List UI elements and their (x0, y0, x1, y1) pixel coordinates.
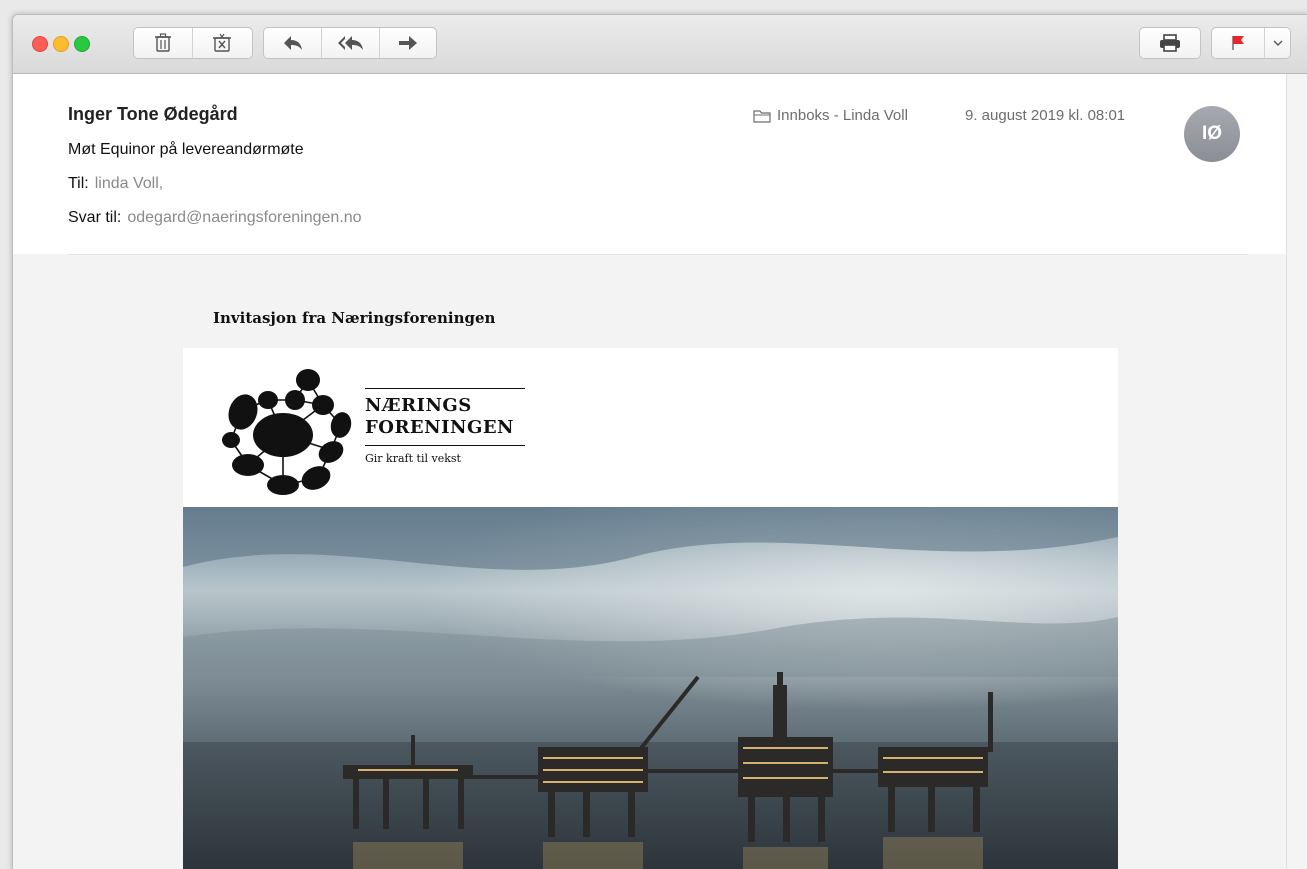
reply-button[interactable] (264, 28, 322, 58)
toolbar (13, 15, 1307, 74)
flag-menu-button[interactable] (1265, 28, 1290, 58)
sender-name[interactable]: Inger Tone Ødegård (68, 104, 238, 125)
reply-icon (283, 36, 302, 50)
to-label: Til: (68, 175, 89, 192)
forward-icon (399, 36, 417, 50)
naeringsforeningen-logo (213, 360, 358, 500)
chevron-down-icon (1273, 40, 1282, 46)
logo-tagline-wrap: Gir kraft til vekst (365, 448, 461, 465)
print-group (1139, 27, 1201, 59)
folder-icon (753, 109, 771, 123)
logo-line-2: FORENINGEN (365, 417, 515, 438)
flag-group (1211, 27, 1291, 59)
delete-group (133, 27, 253, 59)
logo-rule-bottom (365, 445, 525, 446)
message-body: Invitasjon fra Næringsforeningen NÆRINGS… (13, 254, 1286, 869)
minimize-window-button[interactable] (53, 36, 69, 52)
mail-window: Inger Tone Ødegård Møt Equinor på levere… (12, 14, 1307, 869)
close-window-button[interactable] (32, 36, 48, 52)
reply-group (263, 27, 437, 59)
reply-to-label: Svar til: (68, 209, 122, 226)
delete-button[interactable] (134, 28, 193, 58)
junk-icon (213, 33, 231, 52)
message-subject: Møt Equinor på levereandørmøte (68, 141, 304, 158)
logo-tagline: Gir kraft til vekst (365, 452, 461, 465)
logo-wordmark: NÆRINGS FORENINGEN (365, 395, 514, 439)
message-date: 9. august 2019 kl. 08:01 (965, 107, 1126, 124)
reply-to-address[interactable]: odegard@naeringsforeningen.no (127, 209, 361, 226)
print-icon (1160, 34, 1180, 52)
header-divider (68, 254, 1248, 255)
trash-icon (155, 33, 171, 52)
message-header: Inger Tone Ødegård Møt Equinor på levere… (13, 74, 1286, 254)
reply-to-row: Svar til: odegard@naeringsforeningen.no (68, 209, 362, 227)
mailbox-indicator[interactable]: Innboks - Linda Voll (753, 107, 908, 124)
reply-all-button[interactable] (322, 28, 380, 58)
to-recipient[interactable]: linda Voll, (95, 175, 164, 192)
forward-button[interactable] (380, 28, 436, 58)
zoom-window-button[interactable] (74, 36, 90, 52)
newsletter-card: NÆRINGS FORENINGEN Gir kraft til vekst (183, 348, 1118, 869)
logo-rule-top (365, 388, 525, 389)
junk-button[interactable] (193, 28, 251, 58)
flag-icon (1232, 36, 1244, 50)
flag-button[interactable] (1212, 28, 1265, 58)
offshore-platform-photo (183, 507, 1118, 869)
mailbox-label: Innboks - Linda Voll (777, 107, 908, 124)
to-row: Til: linda Voll, (68, 175, 163, 193)
print-button[interactable] (1140, 28, 1200, 58)
reply-all-icon (337, 36, 363, 50)
invitation-heading: Invitasjon fra Næringsforeningen (213, 309, 496, 327)
avatar: IØ (1184, 106, 1240, 162)
network-logo-icon (222, 369, 352, 495)
scrollbar[interactable] (1286, 74, 1307, 869)
logo-line-1: NÆRINGS (365, 395, 472, 416)
